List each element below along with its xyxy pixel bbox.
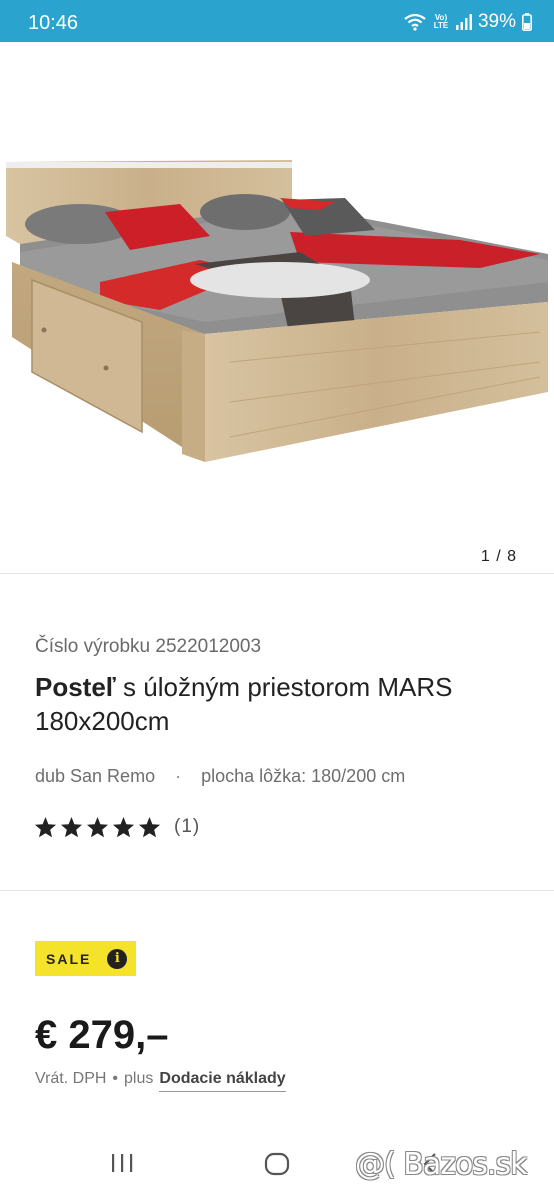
star-icon xyxy=(86,816,109,838)
wifi-icon xyxy=(404,13,426,31)
price-note: Vrát. DPH • plus Dodacie náklady xyxy=(35,1070,286,1092)
watermark: @( Bazos.sk xyxy=(355,1147,527,1182)
status-time: 10:46 xyxy=(28,12,79,34)
info-icon[interactable]: i xyxy=(107,948,128,969)
sale-label: SALE xyxy=(46,950,92,967)
product-gallery[interactable]: 1 / 8 xyxy=(0,42,554,572)
star-icon xyxy=(34,816,57,838)
shipping-link[interactable]: Dodacie náklady xyxy=(159,1070,286,1092)
battery-icon xyxy=(522,13,532,31)
android-nav-bar: @( Bazos.sk xyxy=(0,1136,554,1200)
lte-icon: Vo) LTE xyxy=(433,13,449,30)
status-icons: Vo) LTE 39% xyxy=(404,11,532,33)
product-image[interactable] xyxy=(0,132,554,492)
vat-note: Vrát. DPH xyxy=(35,1070,107,1087)
attr-separator: · xyxy=(175,766,182,786)
attr-color: dub San Remo xyxy=(35,766,156,786)
rating-count[interactable]: (1) xyxy=(174,816,200,838)
plus-text: plus xyxy=(124,1070,154,1087)
divider xyxy=(0,890,554,891)
rating[interactable]: (1) xyxy=(34,816,200,838)
star-icon xyxy=(138,816,161,838)
recent-apps-icon[interactable] xyxy=(110,1152,134,1174)
signal-icon xyxy=(455,14,472,30)
star-icon xyxy=(112,816,135,838)
product-number: Číslo výrobku 2522012003 xyxy=(35,636,262,657)
attr-size: plocha lôžka: 180/200 cm xyxy=(201,766,406,786)
bullet: • xyxy=(112,1070,119,1087)
star-rating xyxy=(34,816,161,838)
battery-percent: 39% xyxy=(477,11,516,32)
price: € 279,– xyxy=(35,1013,169,1057)
home-icon[interactable] xyxy=(264,1152,290,1176)
sale-badge[interactable]: SALE i xyxy=(35,941,136,976)
product-title: Posteľ s úložným priestorom MARS 180x200… xyxy=(35,670,525,738)
product-attributes: dub San Remo · plocha lôžka: 180/200 cm xyxy=(35,766,405,787)
star-icon xyxy=(60,816,83,838)
divider xyxy=(0,573,554,574)
status-bar: 10:46 Vo) LTE 39% xyxy=(0,0,554,42)
image-counter: 1 / 8 xyxy=(480,548,517,565)
product-title-bold: Posteľ xyxy=(35,672,116,702)
